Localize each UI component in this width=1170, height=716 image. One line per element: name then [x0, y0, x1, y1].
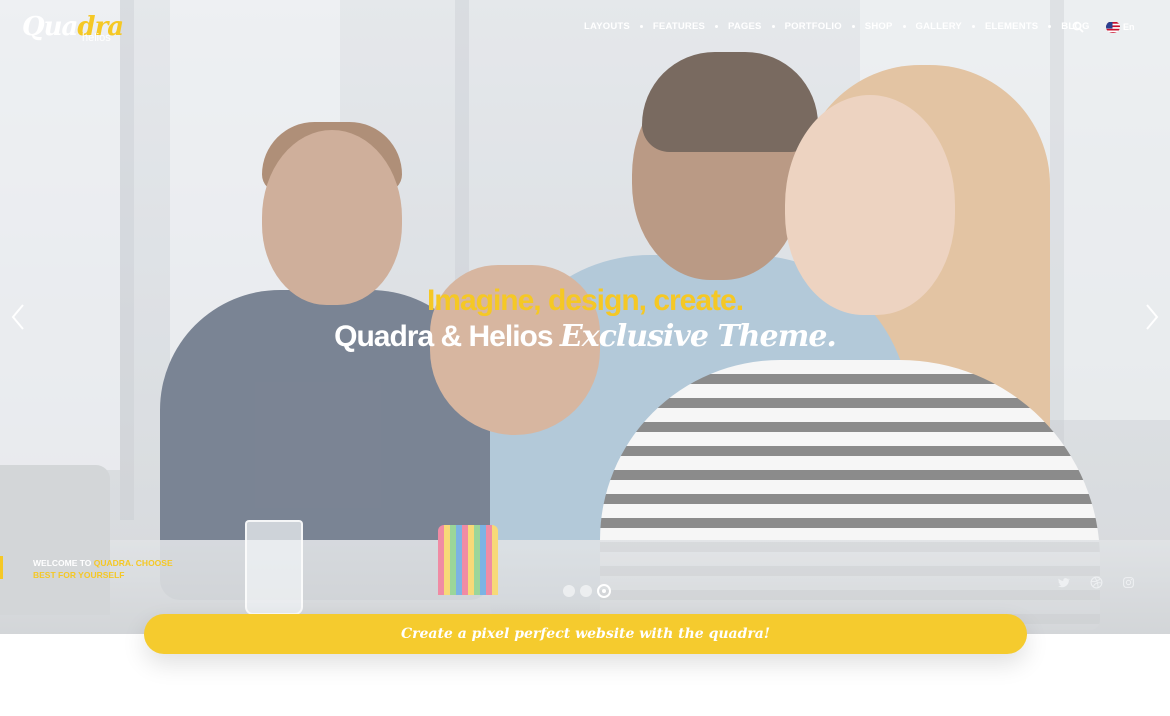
search-icon — [1072, 21, 1084, 33]
nav-separator — [971, 25, 975, 28]
search-button[interactable] — [1072, 20, 1084, 33]
nav-separator — [715, 25, 719, 28]
site-header: Quadra helios LAYOUTS FEATURES PAGES POR… — [0, 0, 1170, 56]
us-flag-icon — [1106, 21, 1120, 33]
slider-prev-button[interactable] — [8, 302, 28, 332]
slide-subline-plain: Quadra & Helios — [334, 320, 560, 353]
slide-headline: Imagine, design, create. — [426, 284, 744, 317]
dribbble-icon — [1090, 576, 1103, 589]
hero-slider: Imagine, design, create. Quadra & Helios… — [0, 0, 1170, 634]
nav-separator — [639, 25, 643, 28]
welcome-text-white: WELCOME TO — [33, 558, 94, 568]
nav-item-pages[interactable]: PAGES — [728, 21, 762, 32]
instagram-icon — [1123, 577, 1134, 588]
nav-item-gallery[interactable]: GALLERY — [916, 21, 962, 32]
main-navigation: LAYOUTS FEATURES PAGES PORTFOLIO SHOP GA… — [584, 21, 1090, 32]
cta-button[interactable]: Create a pixel perfect website with the … — [144, 614, 1027, 654]
chevron-left-icon — [11, 304, 24, 330]
twitter-link[interactable] — [1057, 576, 1070, 589]
cta-label: Create a pixel perfect website with the … — [400, 626, 771, 642]
slider-pagination — [563, 584, 616, 598]
nav-item-layouts[interactable]: LAYOUTS — [584, 21, 630, 32]
logo-wordmark-plain: Qua — [22, 12, 78, 42]
nav-separator — [902, 25, 906, 28]
language-switcher[interactable]: En — [1106, 21, 1135, 33]
language-label: En — [1123, 22, 1135, 32]
nav-separator — [1048, 25, 1052, 28]
welcome-accent-bar — [0, 556, 3, 579]
slide-subline-italic: Exclusive Theme. — [559, 319, 837, 354]
slide-subline: Quadra & Helios Exclusive Theme. — [0, 319, 1170, 354]
slider-next-button[interactable] — [1142, 302, 1162, 332]
instagram-link[interactable] — [1122, 576, 1135, 589]
nav-item-portfolio[interactable]: PORTFOLIO — [785, 21, 842, 32]
slider-dot-2[interactable] — [580, 585, 592, 597]
nav-item-features[interactable]: FEATURES — [653, 21, 705, 32]
welcome-text: WELCOME TO QUADRA. CHOOSE BEST FOR YOURS… — [33, 557, 183, 581]
twitter-icon — [1058, 578, 1070, 588]
nav-item-elements[interactable]: ELEMENTS — [985, 21, 1038, 32]
dribbble-link[interactable] — [1090, 576, 1103, 589]
slider-dot-3-active[interactable] — [597, 584, 611, 598]
chevron-right-icon — [1146, 304, 1159, 330]
logo-subtitle: helios — [82, 32, 111, 44]
slider-dot-1[interactable] — [563, 585, 575, 597]
nav-separator — [851, 25, 855, 28]
nav-separator — [771, 25, 775, 28]
nav-item-shop[interactable]: SHOP — [865, 21, 893, 32]
